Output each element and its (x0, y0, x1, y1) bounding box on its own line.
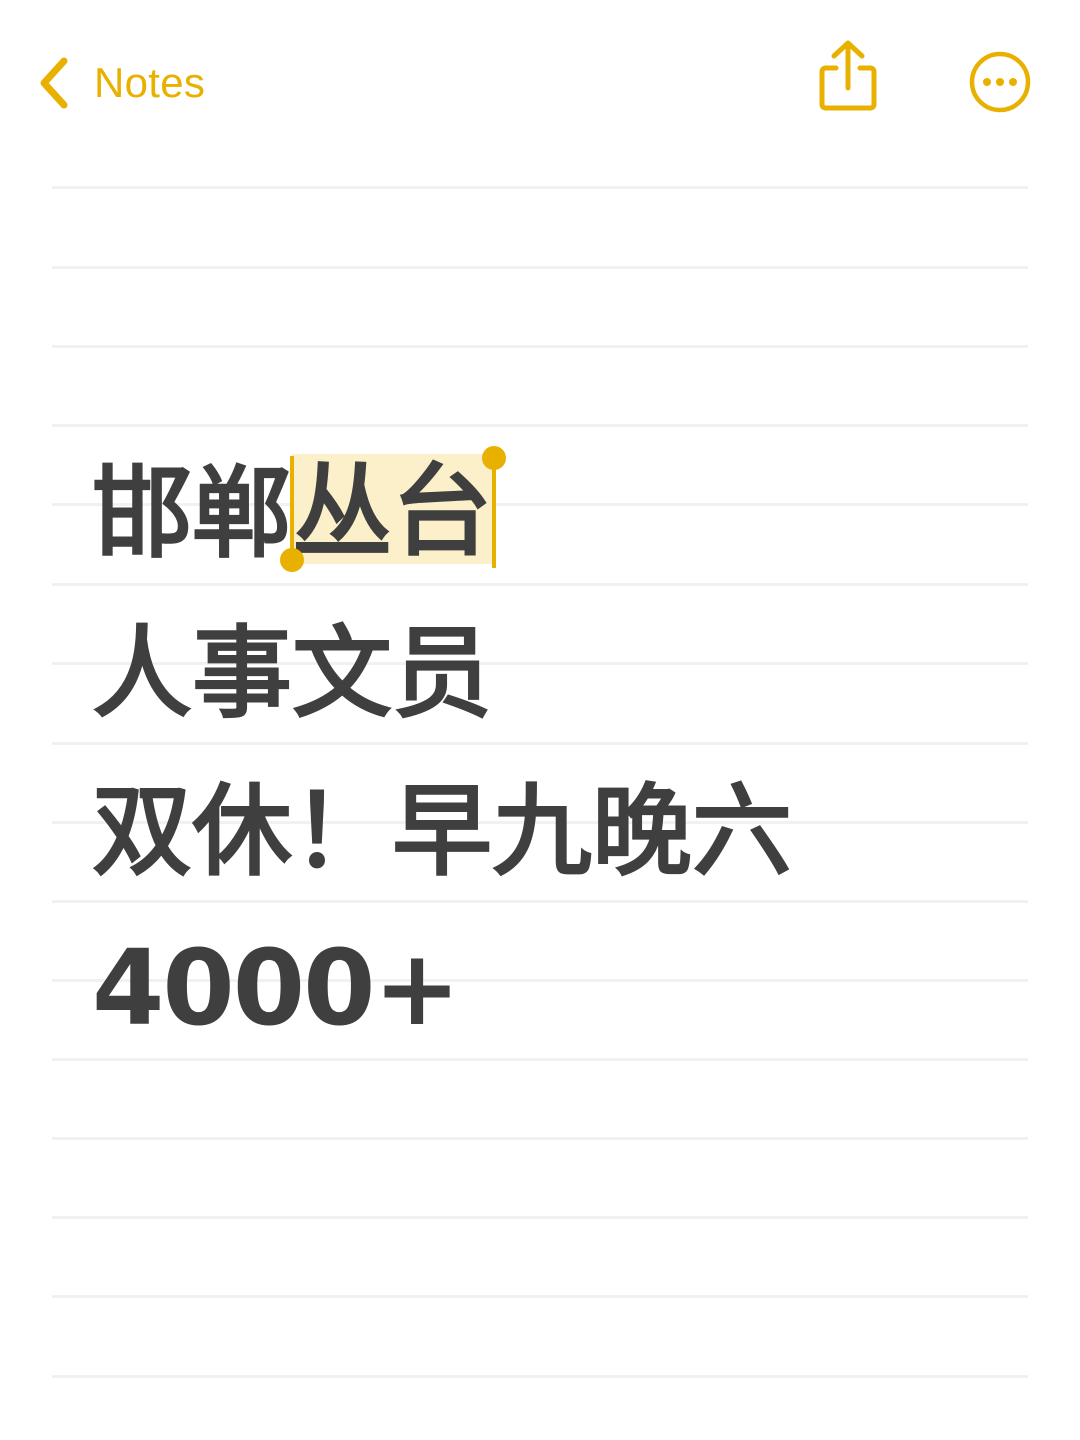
back-button-label: Notes (94, 59, 206, 106)
paper-rule (52, 186, 1028, 189)
note-line[interactable]: 4000+ (92, 928, 461, 1048)
paper-rule (52, 900, 1028, 903)
paper-rule (52, 742, 1028, 745)
back-button[interactable]: Notes (36, 48, 205, 118)
share-icon (819, 40, 877, 111)
paper-rule (52, 1137, 1028, 1140)
more-options-button[interactable] (968, 50, 1032, 114)
note-text: 邯郸 (92, 455, 292, 572)
selected-text: 丛台 (292, 453, 492, 570)
note-line[interactable]: 邯郸丛台 (92, 446, 506, 574)
paper-rule (52, 583, 1028, 586)
paper-rule (52, 266, 1028, 269)
paper-rule (52, 1375, 1028, 1378)
paper-rule (52, 345, 1028, 348)
paper-rule (52, 1058, 1028, 1061)
ellipsis-circle-icon (969, 51, 1031, 113)
selection-start-caret (290, 456, 294, 556)
text-selection[interactable]: 丛台 (280, 446, 506, 572)
chevron-left-icon (40, 57, 68, 109)
selection-end-handle[interactable] (482, 446, 506, 470)
selection-start-handle[interactable] (280, 548, 304, 572)
note-line[interactable]: 人事文员 (92, 614, 492, 734)
paper-rule (52, 424, 1028, 427)
paper-rule (52, 1295, 1028, 1298)
share-button[interactable] (812, 38, 884, 118)
note-line[interactable]: 双休！早九晚六 (92, 772, 792, 892)
navigation-bar: Notes (0, 0, 1080, 160)
selection-end-caret (492, 464, 496, 568)
paper-rule (52, 1216, 1028, 1219)
